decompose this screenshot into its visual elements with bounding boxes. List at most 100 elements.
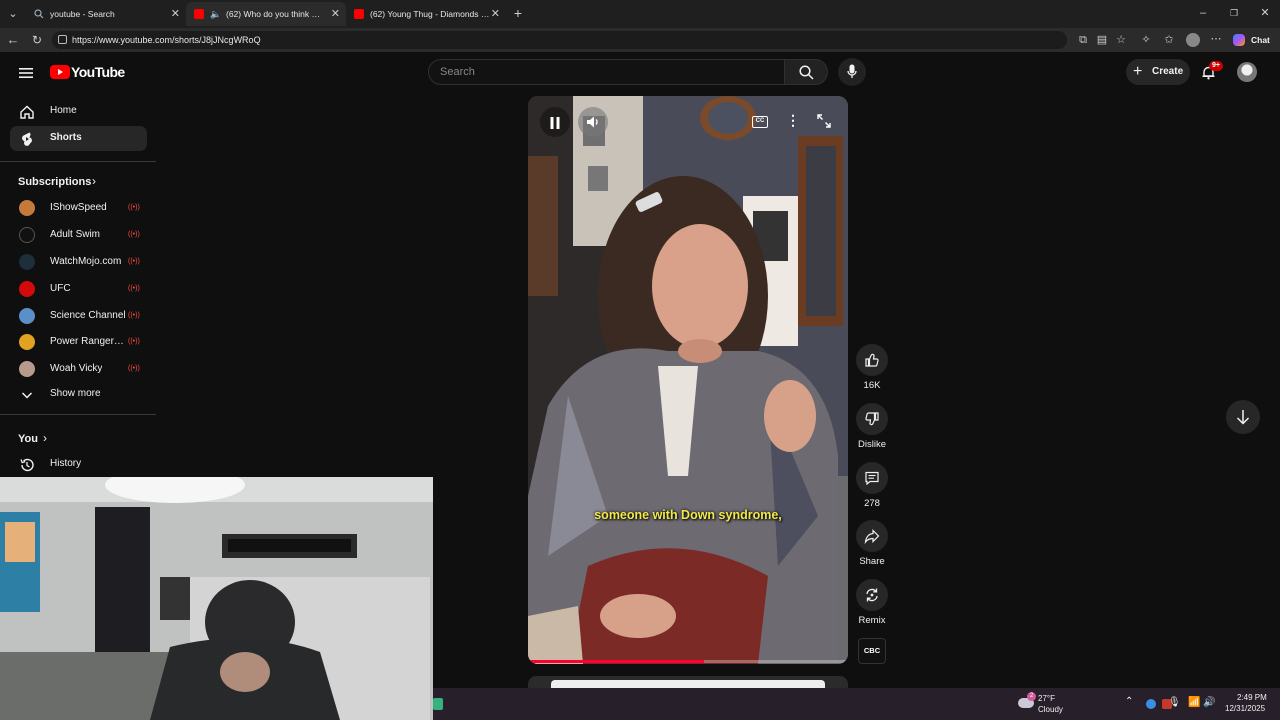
translate-icon[interactable]: ⧉ [1076,33,1090,47]
remix-label: Remix [858,615,886,626]
like-button[interactable] [856,344,888,376]
maximize-icon[interactable]: ❐ [1227,6,1241,20]
back-icon[interactable]: ← [6,33,20,47]
site-info-icon[interactable] [58,35,67,44]
close-tab-icon[interactable]: ✕ [331,7,340,20]
sidebar-show-more[interactable]: Show more [10,382,147,407]
share-action[interactable]: Share [856,520,888,567]
comments-button[interactable] [856,462,888,494]
url-field[interactable]: https://www.youtube.com/shorts/J8jJNcgWR… [52,31,1067,49]
search-icon [799,65,814,85]
refresh-icon[interactable]: ↻ [30,33,44,47]
sidebar-item-label: History [50,458,82,469]
video-progress-track[interactable] [528,660,848,663]
new-tab-icon[interactable]: + [511,6,525,20]
live-indicator-icon: ((•)) [128,231,140,238]
windows-taskbar: 2 27°F Cloudy ⌃ 🎙 📶 🔊 2:49 PM 12/31/2025 [433,688,1280,720]
more-options-icon[interactable]: ⋯ [1209,32,1223,46]
create-button[interactable]: + Create [1126,59,1190,85]
subscriptions-header[interactable]: Subscriptions › [0,173,156,191]
remix-action[interactable]: Remix [856,579,888,626]
favorite-star-icon[interactable]: ☆ [1114,33,1128,47]
close-window-icon[interactable]: ✕ [1258,6,1272,20]
browser-tab-music[interactable]: (62) Young Thug - Diamonds ft. Gu ✕ [346,2,506,26]
more-vertical-icon[interactable]: ⋮ [786,113,800,127]
youtube-favicon-icon [194,9,204,19]
sidebar-subscription-woah-vicky[interactable]: Woah Vicky ((•)) [10,357,147,382]
subscription-label: Adult Swim [50,229,101,240]
sidebar-item-history[interactable]: History [10,452,147,477]
live-indicator-icon: ((•)) [128,204,140,211]
sidebar-item-home[interactable]: Home [10,99,147,124]
sidebar-subscription-watchmojo[interactable]: WatchMojo.com ((•)) [10,250,147,275]
clock-date[interactable]: 12/31/2025 [1225,704,1265,713]
you-title: You [18,433,38,445]
weather-description: Cloudy [1038,705,1063,714]
close-tab-icon[interactable]: ✕ [491,7,500,20]
tab-list-chevron-icon[interactable]: ⌄ [6,7,20,21]
fullscreen-icon[interactable] [817,114,831,133]
shorts-icon [19,131,35,147]
voice-search-button[interactable] [838,58,866,86]
channel-avatar [19,254,35,270]
search-button[interactable] [785,59,828,85]
sidebar-item-shorts[interactable]: Shorts [10,126,147,151]
favorites-icon[interactable]: ✩ [1162,33,1176,47]
next-short-button[interactable] [1226,400,1260,434]
profile-avatar[interactable] [1186,33,1200,47]
pause-button[interactable] [540,107,570,137]
video-progress-fill [528,660,704,663]
share-label: Share [859,556,885,567]
remix-button[interactable] [856,579,888,611]
plus-icon: + [1133,63,1143,80]
browser-tab-bar: ⌄ youtube - Search ✕ 🔈 (62) Who do you t… [0,0,1280,28]
live-indicator-icon: ((•)) [128,258,140,265]
microphone-icon [847,64,857,85]
reader-icon[interactable]: ▤ [1095,33,1109,47]
copilot-icon [1233,34,1245,46]
tray-app-icon[interactable] [1146,699,1156,709]
sidebar-subscription-adult-swim[interactable]: Adult Swim ((•)) [10,223,147,248]
sidebar-subscription-power-rangers[interactable]: Power Rangers ... ((•)) [10,330,147,355]
chevron-down-icon [19,387,35,403]
next-short-preview[interactable] [528,676,848,688]
dislike-action[interactable]: Dislike [856,403,888,450]
share-arrow-icon [864,529,880,544]
speaker-icon[interactable]: 🔈 [210,9,221,19]
sidebar-subscription-ufc[interactable]: UFC ((•)) [10,277,147,302]
sidebar-item-label: Shorts [50,132,82,143]
volume-button[interactable] [578,107,608,137]
browser-tab-search[interactable]: youtube - Search ✕ [26,2,186,26]
menu-icon[interactable] [19,66,33,78]
weather-temperature: 27°F [1038,694,1055,703]
dislike-button[interactable] [856,403,888,435]
weather-widget[interactable]: 2 27°F Cloudy [1018,692,1098,716]
like-action[interactable]: 16K [856,344,888,391]
volume-icon [586,115,600,134]
wifi-icon[interactable]: 📶 [1188,697,1200,708]
url-text: https://www.youtube.com/shorts/J8jJNcgWR… [72,35,261,45]
search-input[interactable]: Search [428,59,785,85]
speaker-icon[interactable]: 🔊 [1203,697,1215,708]
share-button[interactable] [856,520,888,552]
clock-time[interactable]: 2:49 PM [1237,693,1267,702]
account-avatar[interactable] [1237,62,1257,82]
channel-badge[interactable]: CBC [858,638,886,664]
notifications-button[interactable]: 9+ [1200,61,1223,82]
close-tab-icon[interactable]: ✕ [171,7,180,20]
sidebar-subscription-ishowspeed[interactable]: IShowSpeed ((•)) [10,196,147,221]
youtube-logo[interactable]: YouTube [50,64,125,80]
comments-action[interactable]: 278 [856,462,888,509]
sidebar-subscription-science-channel[interactable]: Science Channel ((•)) [10,304,147,329]
show-hidden-icons-chevron-icon[interactable]: ⌃ [1125,696,1133,707]
weather-alert-badge: 2 [1027,692,1036,701]
browser-tab-active-short[interactable]: 🔈 (62) Who do you think I am? - ✕ [186,2,346,26]
extensions-icon[interactable]: ✧ [1139,33,1153,47]
shorts-video-player[interactable]: CC ⋮ someone with Down syndrome, [528,96,848,664]
closed-captions-icon[interactable]: CC [752,116,768,128]
app-icon[interactable] [433,698,443,710]
minimize-icon[interactable]: – [1196,6,1210,20]
microphone-icon[interactable]: 🎙 [1168,697,1181,708]
copilot-chat-button[interactable]: Chat [1231,32,1275,48]
you-header[interactable]: You › [0,430,156,448]
